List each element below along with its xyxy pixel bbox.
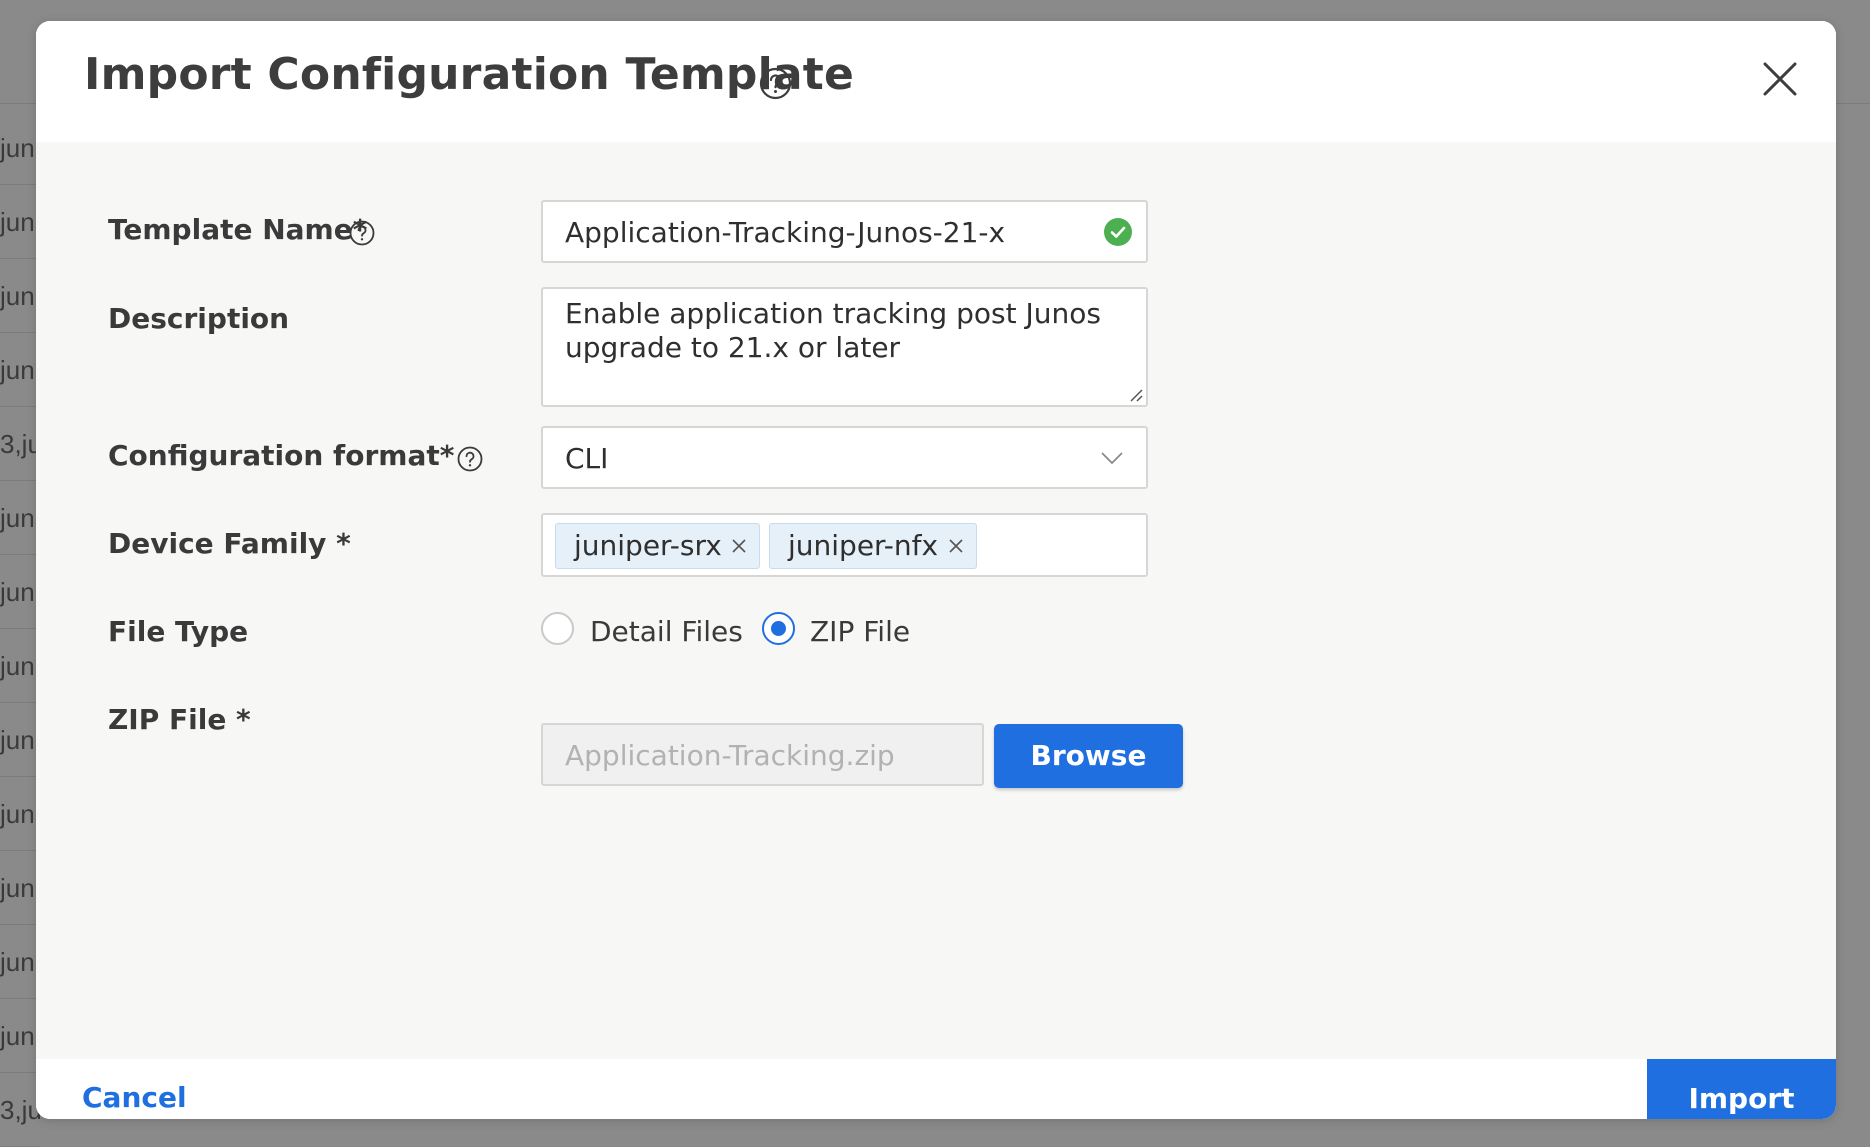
background-row: jun bbox=[0, 629, 40, 703]
template-name-input[interactable]: Application-Tracking-Junos-21-x bbox=[541, 200, 1148, 263]
background-table: jun jun jun jun 3,ju jun jun jun jun jun… bbox=[0, 0, 40, 1147]
background-row: jun bbox=[0, 555, 40, 629]
chevron-down-icon bbox=[1101, 452, 1123, 465]
description-label: Description bbox=[108, 302, 290, 335]
device-family-tag: juniper-nfx bbox=[769, 523, 977, 569]
template-name-label: Template Name* bbox=[108, 213, 368, 246]
background-row: jun bbox=[0, 703, 40, 777]
background-row: jun bbox=[0, 851, 40, 925]
detail-files-radio[interactable] bbox=[541, 612, 574, 645]
background-row: jun bbox=[0, 777, 40, 851]
device-family-label: Device Family * bbox=[108, 527, 351, 560]
config-format-select[interactable]: CLI bbox=[541, 426, 1148, 489]
browse-button[interactable]: Browse bbox=[994, 724, 1183, 788]
description-textarea[interactable]: Enable application tracking post Junos u… bbox=[541, 287, 1148, 407]
remove-tag-icon[interactable] bbox=[731, 538, 747, 554]
background-row: 3,ju bbox=[0, 407, 40, 481]
check-circle-icon bbox=[1104, 218, 1132, 246]
import-template-dialog: Import Configuration Template Template N… bbox=[36, 21, 1836, 1119]
import-button[interactable]: Import bbox=[1647, 1059, 1836, 1119]
remove-tag-icon[interactable] bbox=[948, 538, 964, 554]
dialog-title: Import Configuration Template bbox=[84, 49, 855, 100]
background-row: jun bbox=[0, 111, 40, 185]
zip-file-input[interactable]: Application-Tracking.zip bbox=[541, 723, 984, 786]
help-icon[interactable] bbox=[457, 446, 483, 472]
dialog-footer bbox=[36, 1059, 1836, 1119]
background-row: jun bbox=[0, 481, 40, 555]
file-type-label: File Type bbox=[108, 615, 249, 648]
config-format-label: Configuration format* bbox=[108, 439, 455, 472]
background-row: jun bbox=[0, 925, 40, 999]
background-row: jun bbox=[0, 185, 40, 259]
close-icon[interactable] bbox=[1760, 59, 1800, 99]
template-name-value: Application-Tracking-Junos-21-x bbox=[565, 216, 1006, 249]
config-format-value: CLI bbox=[565, 442, 609, 475]
cancel-button[interactable]: Cancel bbox=[82, 1061, 187, 1119]
zip-file-label[interactable]: ZIP File bbox=[810, 615, 910, 648]
zip-file-radio[interactable] bbox=[762, 612, 795, 645]
dialog-body: Template Name* Application-Tracking-Juno… bbox=[36, 142, 1836, 1059]
zip-file-placeholder: Application-Tracking.zip bbox=[565, 739, 895, 772]
device-family-multiselect[interactable]: juniper-srx juniper-nfx bbox=[541, 513, 1148, 577]
detail-files-label[interactable]: Detail Files bbox=[590, 615, 743, 648]
tag-label: juniper-srx bbox=[574, 529, 722, 562]
background-row: 3,ju bbox=[0, 1073, 40, 1147]
help-icon[interactable] bbox=[349, 220, 375, 246]
dialog-header: Import Configuration Template bbox=[36, 21, 1836, 142]
background-row: jun bbox=[0, 999, 40, 1073]
device-family-tag: juniper-srx bbox=[555, 523, 760, 569]
help-icon[interactable] bbox=[759, 67, 792, 100]
description-value: Enable application tracking post Junos u… bbox=[565, 297, 1101, 364]
background-row: jun bbox=[0, 333, 40, 407]
background-row: jun bbox=[0, 259, 40, 333]
tag-label: juniper-nfx bbox=[788, 529, 939, 562]
resize-handle-icon[interactable] bbox=[1127, 386, 1143, 402]
zip-file-label: ZIP File * bbox=[108, 703, 251, 736]
